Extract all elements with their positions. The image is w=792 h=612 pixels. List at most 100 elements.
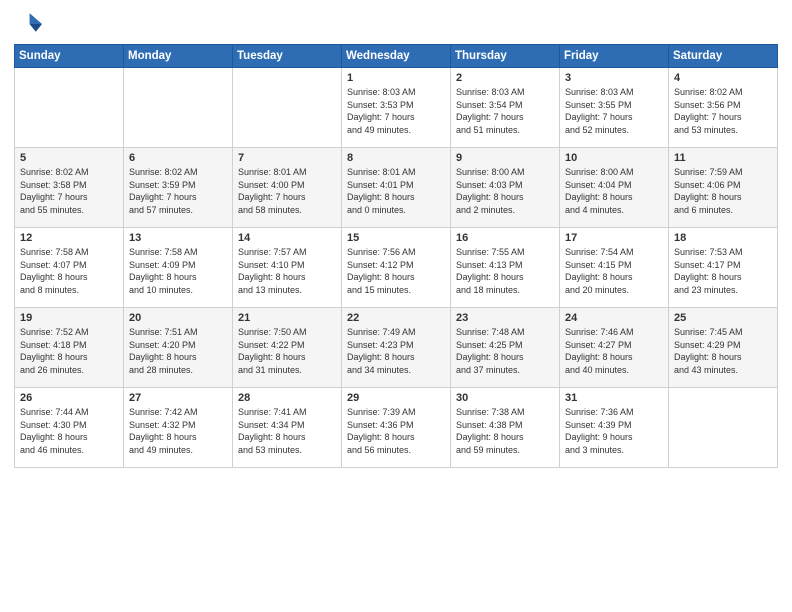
day-number: 18 <box>674 232 772 244</box>
day-cell: 14 Sunrise: 7:57 AM Sunset: 4:10 PM Dayli… <box>233 228 342 308</box>
day-info: Sunrise: 8:00 AM Sunset: 4:03 PM Dayligh… <box>456 166 554 216</box>
day-number: 13 <box>129 232 227 244</box>
day-cell: 18 Sunrise: 7:53 AM Sunset: 4:17 PM Dayli… <box>669 228 778 308</box>
day-cell: 10 Sunrise: 8:00 AM Sunset: 4:04 PM Dayli… <box>560 148 669 228</box>
day-info: Sunrise: 8:03 AM Sunset: 3:54 PM Dayligh… <box>456 86 554 136</box>
day-cell: 17 Sunrise: 7:54 AM Sunset: 4:15 PM Dayli… <box>560 228 669 308</box>
day-number: 8 <box>347 152 445 164</box>
day-info: Sunrise: 7:56 AM Sunset: 4:12 PM Dayligh… <box>347 246 445 296</box>
day-info: Sunrise: 7:59 AM Sunset: 4:06 PM Dayligh… <box>674 166 772 216</box>
day-number: 17 <box>565 232 663 244</box>
day-cell: 13 Sunrise: 7:58 AM Sunset: 4:09 PM Dayli… <box>124 228 233 308</box>
day-number: 2 <box>456 72 554 84</box>
day-number: 5 <box>20 152 118 164</box>
day-number: 20 <box>129 312 227 324</box>
day-info: Sunrise: 8:03 AM Sunset: 3:53 PM Dayligh… <box>347 86 445 136</box>
day-number: 6 <box>129 152 227 164</box>
day-cell: 3Sunrise: 8:03 AM Sunset: 3:55 PM Daylig… <box>560 68 669 148</box>
day-cell: 22 Sunrise: 7:49 AM Sunset: 4:23 PM Dayli… <box>342 308 451 388</box>
day-cell: 11 Sunrise: 7:59 AM Sunset: 4:06 PM Dayli… <box>669 148 778 228</box>
day-info: Sunrise: 8:01 AM Sunset: 4:01 PM Dayligh… <box>347 166 445 216</box>
day-info: Sunrise: 7:42 AM Sunset: 4:32 PM Dayligh… <box>129 406 227 456</box>
day-info: Sunrise: 7:46 AM Sunset: 4:27 PM Dayligh… <box>565 326 663 376</box>
day-cell: 19 Sunrise: 7:52 AM Sunset: 4:18 PM Dayli… <box>15 308 124 388</box>
day-info: Sunrise: 8:02 AM Sunset: 3:56 PM Dayligh… <box>674 86 772 136</box>
day-cell: 8 Sunrise: 8:01 AM Sunset: 4:01 PM Daylig… <box>342 148 451 228</box>
day-number: 15 <box>347 232 445 244</box>
day-cell: 25 Sunrise: 7:45 AM Sunset: 4:29 PM Dayli… <box>669 308 778 388</box>
day-header-saturday: Saturday <box>669 45 778 68</box>
day-cell: 6 Sunrise: 8:02 AM Sunset: 3:59 PM Daylig… <box>124 148 233 228</box>
day-info: Sunrise: 7:53 AM Sunset: 4:17 PM Dayligh… <box>674 246 772 296</box>
day-number: 29 <box>347 392 445 404</box>
day-info: Sunrise: 7:39 AM Sunset: 4:36 PM Dayligh… <box>347 406 445 456</box>
day-cell <box>124 68 233 148</box>
day-number: 1 <box>347 72 445 84</box>
day-info: Sunrise: 7:45 AM Sunset: 4:29 PM Dayligh… <box>674 326 772 376</box>
day-number: 23 <box>456 312 554 324</box>
days-header-row: SundayMondayTuesdayWednesdayThursdayFrid… <box>15 45 778 68</box>
day-info: Sunrise: 8:02 AM Sunset: 3:58 PM Dayligh… <box>20 166 118 216</box>
day-number: 7 <box>238 152 336 164</box>
day-cell: 20Sunrise: 7:51 AM Sunset: 4:20 PM Dayli… <box>124 308 233 388</box>
day-number: 28 <box>238 392 336 404</box>
day-cell: 16Sunrise: 7:55 AM Sunset: 4:13 PM Dayli… <box>451 228 560 308</box>
week-row-3: 19 Sunrise: 7:52 AM Sunset: 4:18 PM Dayli… <box>15 308 778 388</box>
day-info: Sunrise: 7:49 AM Sunset: 4:23 PM Dayligh… <box>347 326 445 376</box>
day-info: Sunrise: 7:36 AM Sunset: 4:39 PM Dayligh… <box>565 406 663 456</box>
logo-icon <box>14 10 42 38</box>
day-number: 30 <box>456 392 554 404</box>
day-header-tuesday: Tuesday <box>233 45 342 68</box>
day-info: Sunrise: 7:57 AM Sunset: 4:10 PM Dayligh… <box>238 246 336 296</box>
day-cell <box>233 68 342 148</box>
header <box>14 10 778 38</box>
day-info: Sunrise: 7:58 AM Sunset: 4:07 PM Dayligh… <box>20 246 118 296</box>
day-number: 26 <box>20 392 118 404</box>
day-info: Sunrise: 7:48 AM Sunset: 4:25 PM Dayligh… <box>456 326 554 376</box>
day-number: 22 <box>347 312 445 324</box>
day-number: 11 <box>674 152 772 164</box>
day-cell <box>15 68 124 148</box>
day-info: Sunrise: 7:41 AM Sunset: 4:34 PM Dayligh… <box>238 406 336 456</box>
week-row-1: 5 Sunrise: 8:02 AM Sunset: 3:58 PM Daylig… <box>15 148 778 228</box>
day-info: Sunrise: 8:02 AM Sunset: 3:59 PM Dayligh… <box>129 166 227 216</box>
day-header-sunday: Sunday <box>15 45 124 68</box>
day-number: 25 <box>674 312 772 324</box>
day-number: 16 <box>456 232 554 244</box>
day-number: 10 <box>565 152 663 164</box>
day-cell: 24 Sunrise: 7:46 AM Sunset: 4:27 PM Dayli… <box>560 308 669 388</box>
day-cell: 1 Sunrise: 8:03 AM Sunset: 3:53 PM Daylig… <box>342 68 451 148</box>
day-cell: 15 Sunrise: 7:56 AM Sunset: 4:12 PM Dayli… <box>342 228 451 308</box>
week-row-2: 12Sunrise: 7:58 AM Sunset: 4:07 PM Dayli… <box>15 228 778 308</box>
day-number: 19 <box>20 312 118 324</box>
day-cell <box>669 388 778 468</box>
day-cell: 26 Sunrise: 7:44 AM Sunset: 4:30 PM Dayli… <box>15 388 124 468</box>
day-number: 9 <box>456 152 554 164</box>
day-cell: 31 Sunrise: 7:36 AM Sunset: 4:39 PM Dayli… <box>560 388 669 468</box>
day-header-thursday: Thursday <box>451 45 560 68</box>
day-info: Sunrise: 7:52 AM Sunset: 4:18 PM Dayligh… <box>20 326 118 376</box>
day-info: Sunrise: 7:54 AM Sunset: 4:15 PM Dayligh… <box>565 246 663 296</box>
page: SundayMondayTuesdayWednesdayThursdayFrid… <box>0 0 792 612</box>
day-header-monday: Monday <box>124 45 233 68</box>
logo <box>14 10 46 38</box>
week-row-0: 1 Sunrise: 8:03 AM Sunset: 3:53 PM Daylig… <box>15 68 778 148</box>
day-cell: 5 Sunrise: 8:02 AM Sunset: 3:58 PM Daylig… <box>15 148 124 228</box>
day-cell: 7 Sunrise: 8:01 AM Sunset: 4:00 PM Daylig… <box>233 148 342 228</box>
day-number: 4 <box>674 72 772 84</box>
day-info: Sunrise: 7:38 AM Sunset: 4:38 PM Dayligh… <box>456 406 554 456</box>
day-cell: 2 Sunrise: 8:03 AM Sunset: 3:54 PM Daylig… <box>451 68 560 148</box>
day-cell: 4 Sunrise: 8:02 AM Sunset: 3:56 PM Daylig… <box>669 68 778 148</box>
day-number: 14 <box>238 232 336 244</box>
day-info: Sunrise: 8:00 AM Sunset: 4:04 PM Dayligh… <box>565 166 663 216</box>
day-header-wednesday: Wednesday <box>342 45 451 68</box>
day-cell: 23 Sunrise: 7:48 AM Sunset: 4:25 PM Dayli… <box>451 308 560 388</box>
day-cell: 30 Sunrise: 7:38 AM Sunset: 4:38 PM Dayli… <box>451 388 560 468</box>
day-number: 31 <box>565 392 663 404</box>
day-info: Sunrise: 8:01 AM Sunset: 4:00 PM Dayligh… <box>238 166 336 216</box>
day-info: Sunrise: 7:44 AM Sunset: 4:30 PM Dayligh… <box>20 406 118 456</box>
day-number: 24 <box>565 312 663 324</box>
day-info: Sunrise: 7:58 AM Sunset: 4:09 PM Dayligh… <box>129 246 227 296</box>
day-cell: 21Sunrise: 7:50 AM Sunset: 4:22 PM Dayli… <box>233 308 342 388</box>
day-cell: 27Sunrise: 7:42 AM Sunset: 4:32 PM Dayli… <box>124 388 233 468</box>
